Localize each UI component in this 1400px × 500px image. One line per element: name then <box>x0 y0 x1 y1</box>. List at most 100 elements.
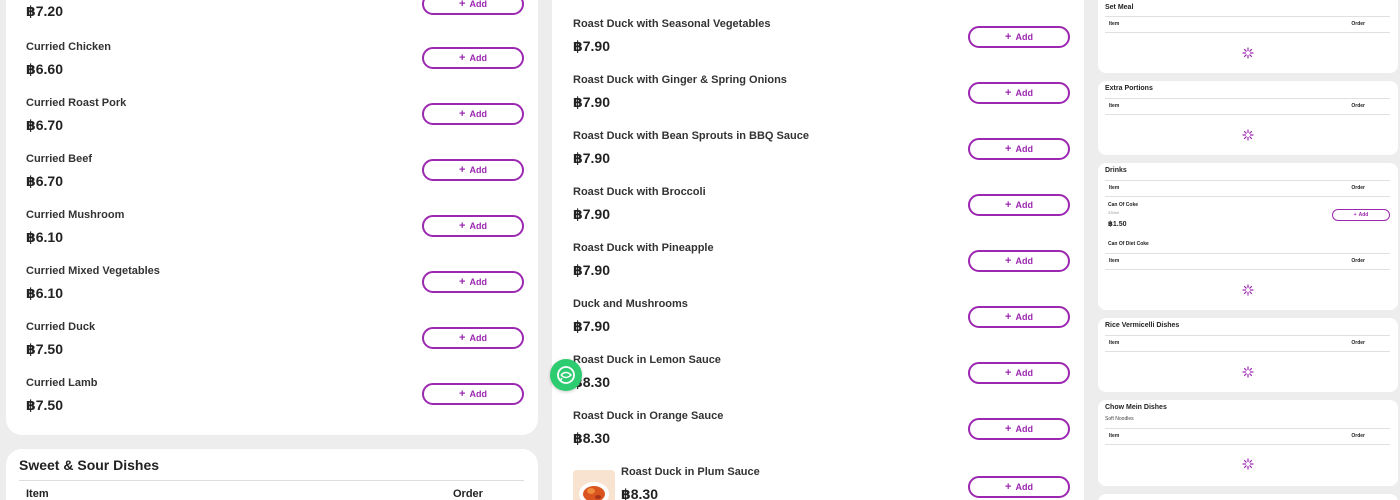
add-button[interactable]: + Add <box>968 306 1070 328</box>
add-button[interactable]: + Add <box>968 82 1070 104</box>
column-header-order: Order <box>453 488 483 500</box>
add-button[interactable]: + Add <box>968 138 1070 160</box>
plus-icon: + <box>459 0 466 10</box>
item-name: Roast Duck in Plum Sauce <box>621 466 760 478</box>
category-card-chow-mein[interactable]: Chow Mein Dishes Soft Noodles Item Order <box>1098 400 1398 486</box>
item-price: ฿7.20 <box>26 3 63 19</box>
category-card-extra-portions[interactable]: Extra Portions Item Order <box>1098 81 1398 155</box>
plus-icon: + <box>459 387 466 400</box>
item-price: ฿8.30 <box>621 486 658 500</box>
dish-photo-image <box>573 470 615 500</box>
menu-item: Curried Roast Pork ฿6.70 + Add <box>26 97 524 153</box>
loading-spinner-icon <box>1242 47 1254 59</box>
duck-dishes-card: Roast Duck with Seasonal Vegetables ฿7.9… <box>552 0 1084 500</box>
item-name: Roast Duck in Lemon Sauce <box>573 354 721 366</box>
menu-item: Roast Duck in Orange Sauce ฿8.30 + Add <box>573 410 1070 466</box>
item-price: ฿6.60 <box>26 61 63 77</box>
add-button[interactable]: + Add <box>968 250 1070 272</box>
item-name: Curried Roast Pork <box>26 97 127 109</box>
drink-size: 330ml <box>1108 210 1119 215</box>
category-card-rice-vermicelli[interactable]: Rice Vermicelli Dishes Item Order <box>1098 318 1398 392</box>
plus-icon: + <box>1005 254 1012 267</box>
column-header-order: Order <box>1351 433 1365 439</box>
category-card-partial[interactable] <box>1098 494 1398 500</box>
menu-item: Roast Duck with Broccoli ฿7.90 + Add <box>573 186 1070 242</box>
add-button[interactable]: + Add <box>968 362 1070 384</box>
chat-fab[interactable] <box>550 359 582 391</box>
plus-icon: + <box>459 163 466 176</box>
column-header-item: Item <box>26 488 49 500</box>
add-button[interactable]: + Add <box>422 159 524 181</box>
item-name: Curried Mushroom <box>26 209 125 221</box>
item-name: Roast Duck with Ginger & Spring Onions <box>573 74 787 86</box>
drink-price: ฿1.50 <box>1108 221 1127 228</box>
add-button[interactable]: + Add <box>422 47 524 69</box>
menu-item: Curried Mixed Vegetables ฿6.10 + Add <box>26 265 524 321</box>
menu-item: Curried Duck ฿7.50 + Add <box>26 321 524 377</box>
plus-icon: + <box>1005 366 1012 379</box>
add-button[interactable]: + Add <box>968 418 1070 440</box>
column-header-item: Item <box>1109 185 1120 191</box>
column-header-item: Item <box>1109 258 1120 264</box>
item-name: Roast Duck with Pineapple <box>573 242 714 254</box>
menu-item: Roast Duck with Ginger & Spring Onions ฿… <box>573 74 1070 130</box>
menu-item: Duck and Mushrooms ฿7.90 + Add <box>573 298 1070 354</box>
add-button[interactable]: + Add <box>422 271 524 293</box>
category-title: Rice Vermicelli Dishes <box>1105 322 1180 329</box>
item-price: ฿8.30 <box>573 430 610 446</box>
table-header: Item Order <box>1105 428 1390 445</box>
drink-name: Can Of Diet Coke <box>1108 241 1149 247</box>
add-button[interactable]: + Add <box>422 327 524 349</box>
add-button[interactable]: + Add <box>422 103 524 125</box>
add-button[interactable]: + Add <box>422 0 524 15</box>
plus-icon: + <box>1353 212 1357 218</box>
add-button[interactable]: + Add <box>422 215 524 237</box>
table-header: Item Order <box>1105 253 1390 270</box>
item-name: Curried Chicken <box>26 41 111 53</box>
item-price: ฿6.70 <box>26 173 63 189</box>
add-button[interactable]: + Add <box>968 26 1070 48</box>
sweet-sour-section: Sweet & Sour Dishes Item Order <box>6 449 538 500</box>
table-header: Item Order <box>1105 180 1390 197</box>
plus-icon: + <box>459 275 466 288</box>
category-card-set-meal[interactable]: Set Meal Item Order <box>1098 0 1398 73</box>
category-sidebar: Set Meal Item Order Extra Portions Item … <box>1092 0 1400 500</box>
category-subtitle: Soft Noodles <box>1105 416 1134 422</box>
curried-dishes-card: ฿7.20 + Add Curried Chicken ฿6.60 + Add Cu… <box>6 0 538 435</box>
column-header-order: Order <box>1351 21 1365 27</box>
item-price: ฿7.50 <box>26 397 63 413</box>
item-price: ฿7.90 <box>573 94 610 110</box>
item-price: ฿7.90 <box>573 150 610 166</box>
add-button[interactable]: + Add <box>422 383 524 405</box>
category-card-drinks[interactable]: Drinks Item Order Can Of Coke 330ml ฿1.5… <box>1098 163 1398 310</box>
column-header-order: Order <box>1351 258 1365 264</box>
item-name: Duck and Mushrooms <box>573 298 688 310</box>
add-button[interactable]: + Add <box>968 476 1070 498</box>
category-title: Set Meal <box>1105 4 1134 11</box>
menu-item: Roast Duck in Lemon Sauce ฿8.30 + Add <box>573 354 1070 410</box>
item-price: ฿7.50 <box>26 341 63 357</box>
menu-item: Roast Duck with Bean Sprouts in BBQ Sauc… <box>573 130 1070 186</box>
menu-item: Roast Duck in Plum Sauce ฿8.30 + Add <box>573 466 1070 500</box>
menu-item: Curried Chicken ฿6.60 + Add <box>26 41 524 97</box>
item-name: Roast Duck with Broccoli <box>573 186 706 198</box>
plus-icon: + <box>1005 480 1012 493</box>
category-title: Chow Mein Dishes <box>1105 404 1167 411</box>
add-button[interactable]: + Add <box>968 194 1070 216</box>
plus-icon: + <box>459 51 466 64</box>
plus-icon: + <box>1005 198 1012 211</box>
column-header-item: Item <box>1109 433 1120 439</box>
column-header-item: Item <box>1109 21 1120 27</box>
plus-icon: + <box>1005 142 1012 155</box>
item-name: Roast Duck in Orange Sauce <box>573 410 724 422</box>
table-header: Item Order <box>1105 335 1390 352</box>
item-name: Curried Lamb <box>26 377 98 389</box>
item-price: ฿7.90 <box>573 318 610 334</box>
category-title: Drinks <box>1105 167 1127 174</box>
add-button[interactable]: + Add <box>1332 209 1390 221</box>
item-name: Curried Beef <box>26 153 93 165</box>
item-price: ฿6.10 <box>26 229 63 245</box>
column-header-order: Order <box>1351 185 1365 191</box>
table-header: Item Order <box>1105 16 1390 33</box>
item-price: ฿6.10 <box>26 285 63 301</box>
